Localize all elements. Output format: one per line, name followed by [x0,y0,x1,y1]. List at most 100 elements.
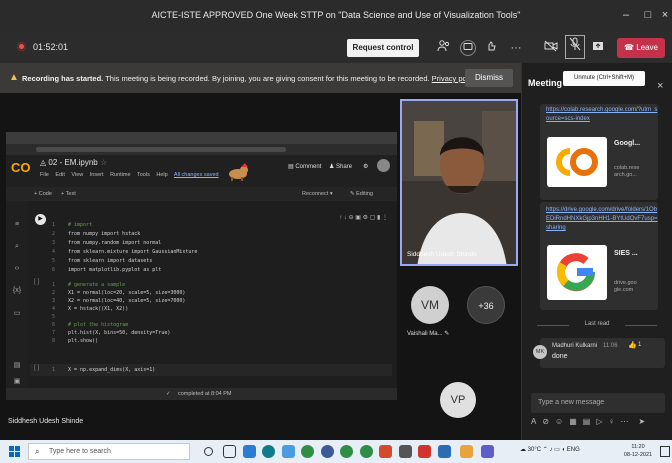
dismiss-button[interactable]: Dismiss [465,69,513,87]
windows-start-icon[interactable] [9,446,21,458]
sticker-icon[interactable]: ▤ [583,417,591,426]
menu-help[interactable]: Help [156,172,167,178]
comment-button[interactable]: ▤ Comment [288,163,321,170]
menu-view[interactable]: View [71,172,83,178]
notifications-icon[interactable] [660,446,670,457]
like-reaction-icon[interactable]: 👍 [628,341,637,349]
participant-avatar-vp[interactable]: VP [440,382,476,418]
more-participants-button[interactable]: +36 [467,286,505,324]
participant-video-tile[interactable]: Siddhesh Udesh Shinde [400,99,518,266]
teams-icon[interactable] [481,445,494,458]
participant-avatar-vm[interactable]: VM [411,286,449,324]
close-panel-icon[interactable]: × [657,80,663,92]
menu-tools[interactable]: Tools [137,172,150,178]
cell-run-indicator[interactable]: [ ] [34,279,39,285]
star-icon[interactable]: ☆ [100,158,107,167]
send-later-icon[interactable]: ▷ [596,417,602,426]
mic-off-icon[interactable] [565,35,585,59]
maximize-button[interactable]: □ [639,6,657,24]
settings-cell-icon[interactable]: ⚙ [363,215,368,221]
variables-icon[interactable]: {x} [12,287,22,297]
weather-icon[interactable]: ☁ [520,447,526,453]
run-cell-button[interactable]: ▶ [35,214,46,225]
add-code-button[interactable]: + Code [34,191,52,197]
command-palette-icon[interactable]: ▤ [12,361,22,371]
mail-icon[interactable] [282,445,295,458]
praise-icon[interactable]: ♀ [609,417,615,426]
move-up-icon[interactable]: ↑ [339,215,342,221]
share-screen-icon[interactable] [590,40,606,56]
cell-run-indicator[interactable]: [ ] [34,365,39,371]
delete-cell-icon[interactable]: ▮ [377,215,380,221]
settings-gear-icon[interactable]: ⚙ [363,163,368,170]
store-icon[interactable] [243,445,256,458]
menu-file[interactable]: File [40,172,49,178]
pdf-icon[interactable] [418,445,431,458]
chrome-2-icon[interactable] [340,445,353,458]
volume-icon[interactable]: ◖ [561,447,565,453]
word-icon[interactable] [438,445,451,458]
minimize-button[interactable]: – [617,6,635,24]
message-compose-box[interactable]: Type a new message [531,393,665,413]
files-icon[interactable]: ▭ [12,309,22,319]
colab-card-title[interactable]: Googl... [614,140,640,147]
task-view-icon[interactable] [223,445,236,458]
format-icon[interactable]: A [531,417,536,426]
reconnect-button[interactable]: Reconnect ▾ [302,191,333,197]
add-text-button[interactable]: + Text [61,191,76,197]
emoji-icon[interactable]: ☺ [555,417,563,426]
cortana-icon[interactable] [204,447,213,456]
app-icon[interactable] [399,445,412,458]
weather-temp[interactable]: 30°C [528,447,541,453]
menu-insert[interactable]: Insert [90,172,104,178]
chat-link-drive[interactable]: https://drive.google.com/drive/folders/1… [546,206,658,242]
send-icon[interactable]: ➤ [639,417,646,426]
language-indicator[interactable]: ENG [567,447,580,453]
attach-icon[interactable]: ⊘ [542,417,549,426]
chrome-3-icon[interactable] [360,445,373,458]
browser-icon[interactable] [321,445,334,458]
edge-icon[interactable] [262,445,275,458]
reactions-icon[interactable] [484,40,500,56]
more-options-button[interactable]: ··· [508,40,524,56]
mirror-icon[interactable]: ▢ [370,215,376,221]
saved-status-link[interactable]: All changes saved [174,172,219,178]
close-window-button[interactable]: × [656,6,672,24]
network-icon[interactable]: ▭ [554,447,560,453]
move-down-icon[interactable]: ↓ [344,215,347,221]
people-icon[interactable] [436,40,452,56]
share-button[interactable]: ♟ Share [329,163,352,170]
menu-edit[interactable]: Edit [55,172,64,178]
chat-icon[interactable] [460,40,476,56]
gif-icon[interactable]: ▦ [569,417,577,426]
notebook-title[interactable]: ◬ 02 - EM.ipynb ☆ [40,158,107,167]
chrome-icon[interactable] [301,445,314,458]
cell-more-icon[interactable]: ⋮ [382,215,388,221]
powerpoint-icon[interactable] [379,445,392,458]
colab-logo-icon [547,137,607,187]
comment-cell-icon[interactable]: ▣ [355,215,361,221]
camera-off-icon[interactable] [543,40,559,56]
code-line: # generate a sample [68,282,126,288]
more-compose-icon[interactable]: ⋯ [621,417,629,426]
folder-icon[interactable] [460,445,473,458]
taskbar-clock[interactable]: 11:20 08-12-2021 [618,443,658,459]
code-cell-2[interactable]: [ ] 1 # generate a sample 2 X1 = normal(… [30,278,392,350]
terminal-icon[interactable]: ▣ [12,377,22,387]
code-cell-3[interactable]: [ ] 1 X = np.expand_dims(X, axis=1) [30,364,392,376]
taskbar-search[interactable]: ⌕ Type here to search [28,443,190,460]
toc-icon[interactable]: ≡ [12,221,22,231]
code-cell-1[interactable]: ▶ ↑ ↓ ⊖ ▣ ⚙ ▢ ▮ ⋮ 1 # import 2 from nump… [30,212,392,282]
leave-button[interactable]: ☎ Leave [617,38,665,58]
chat-link-colab[interactable]: https://colab.research.google.com/?utm_s… [546,106,658,132]
speaker-icon[interactable]: ♪ [549,447,552,453]
editing-mode[interactable]: ✎ Editing [350,191,373,197]
search-icon[interactable]: ⌕ [12,243,22,253]
menu-runtime[interactable]: Runtime [110,172,130,178]
link-icon[interactable]: ⊖ [349,215,354,221]
account-avatar[interactable] [377,159,390,172]
drive-card-title[interactable]: SIES ... [614,250,638,257]
tray-chevron-icon[interactable]: ⌃ [543,447,548,453]
code-snippets-icon[interactable]: ‹› [12,265,22,275]
request-control-button[interactable]: Request control [347,39,419,57]
